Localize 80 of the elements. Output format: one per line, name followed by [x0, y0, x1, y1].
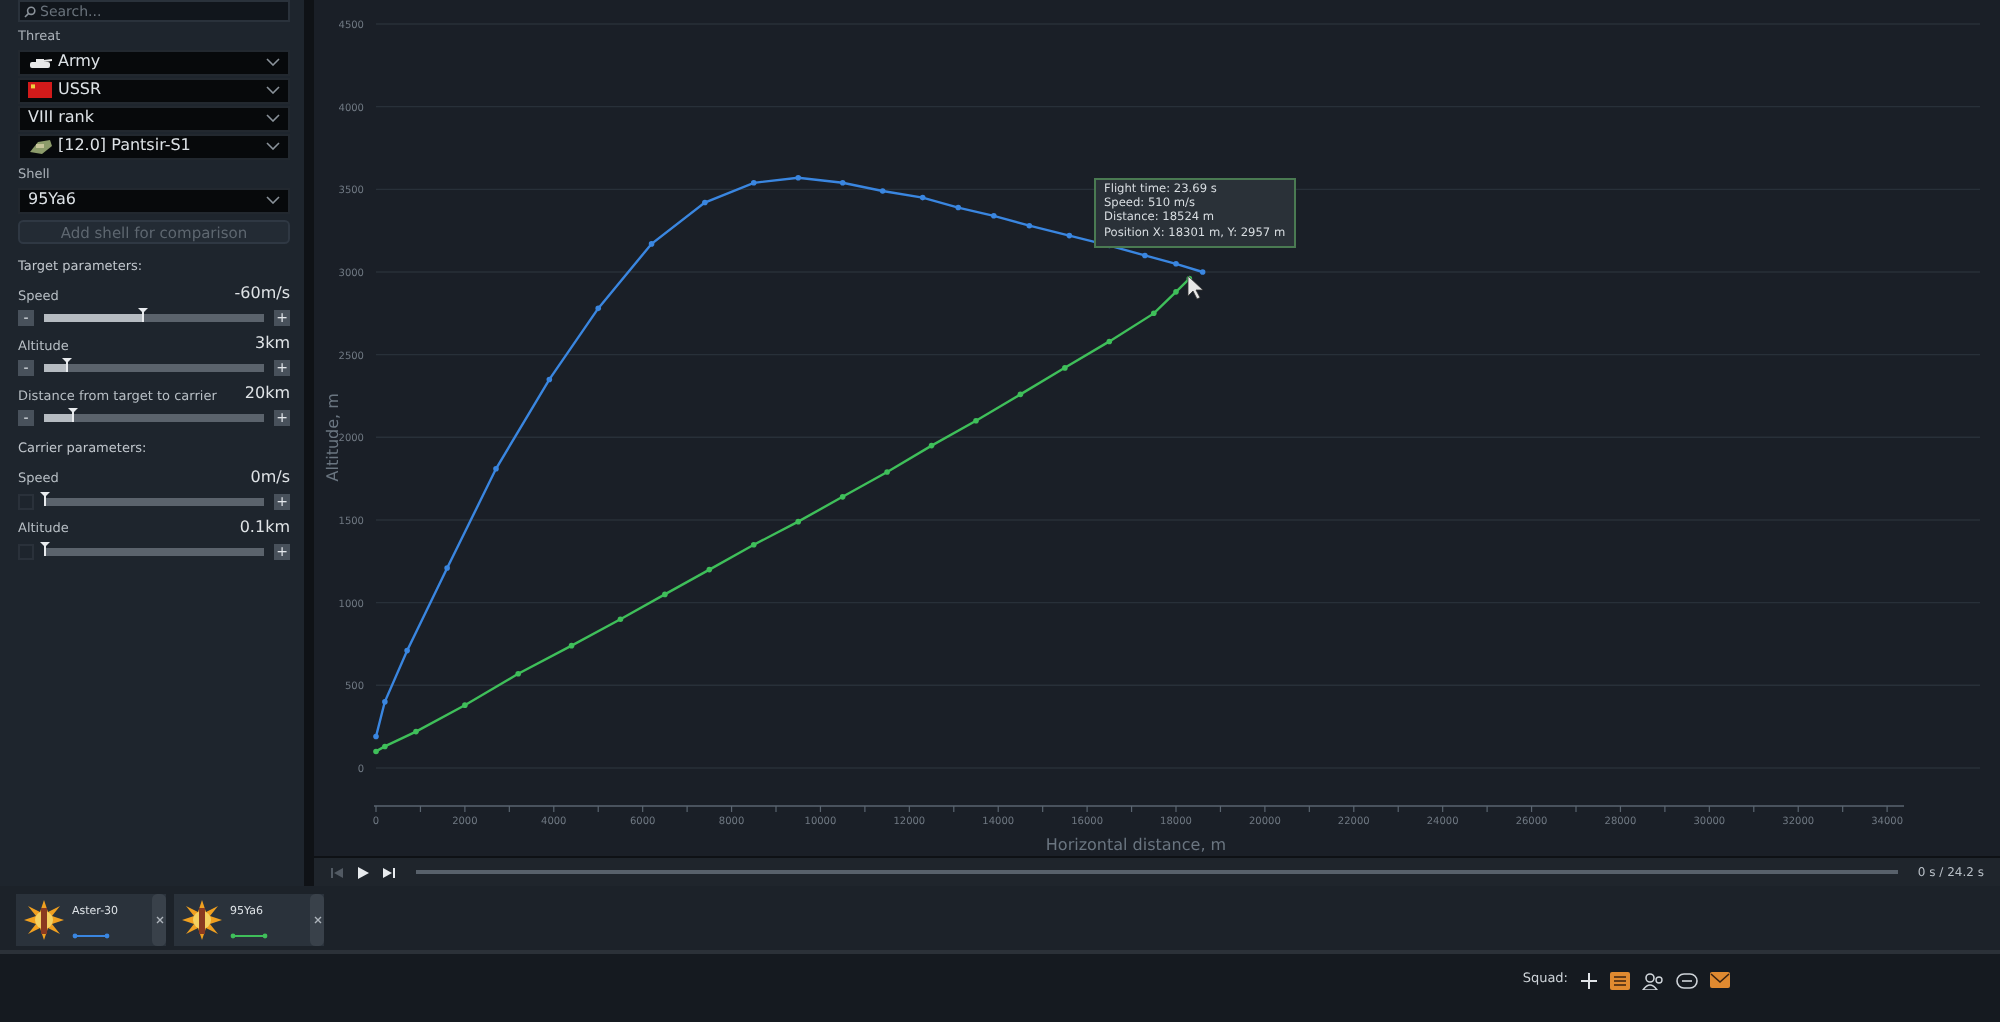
data-point	[839, 494, 846, 500]
data-point	[1062, 365, 1068, 371]
chevron-icon	[266, 142, 280, 151]
param-value: 3km	[254, 332, 290, 357]
close-button[interactable]	[310, 894, 324, 946]
data-point	[373, 748, 379, 755]
data-point	[991, 213, 997, 219]
data-point	[493, 465, 499, 472]
data-point	[1173, 289, 1179, 295]
param-value: 20km	[244, 382, 290, 407]
param-value: -60m/s	[234, 282, 290, 307]
close-button[interactable]	[152, 894, 166, 946]
slider[interactable]	[44, 547, 264, 555]
axis-title: Altitude, m	[324, 393, 342, 482]
data-point	[648, 241, 655, 247]
data-point	[702, 199, 708, 206]
chevron-icon	[266, 114, 280, 123]
dropdown[interactable]: 95Ya6	[18, 187, 290, 213]
tank-icon	[28, 55, 52, 70]
flag-icon	[28, 82, 52, 99]
people-icon[interactable]	[1642, 971, 1664, 989]
data-point	[795, 174, 801, 181]
slider[interactable]	[44, 413, 264, 422]
data-point	[1142, 252, 1148, 259]
dropdown[interactable]: VIII rank	[18, 105, 290, 132]
search-icon	[24, 5, 36, 17]
data-point	[382, 743, 388, 750]
data-point	[751, 542, 757, 548]
data-point	[973, 418, 979, 424]
vehicle-icon	[28, 137, 52, 156]
data-point	[1151, 310, 1157, 317]
data-point	[955, 204, 961, 211]
chevron-icon	[266, 196, 280, 204]
axis-title: Horizontal distance, m	[1045, 836, 1227, 854]
data-point	[515, 670, 521, 677]
skip-forward-icon[interactable]	[382, 865, 396, 879]
dropdown[interactable]: USSR	[18, 77, 290, 104]
data-point	[884, 469, 890, 475]
data-point	[1199, 269, 1206, 275]
mail-icon[interactable]	[1710, 972, 1730, 988]
data-point	[404, 647, 410, 654]
data-point	[879, 188, 886, 194]
chevron-icon	[266, 58, 280, 67]
data-point	[1106, 338, 1113, 345]
data-point	[928, 442, 935, 449]
slider[interactable]	[44, 497, 264, 505]
data-point	[373, 733, 379, 740]
explosion-icon	[24, 900, 64, 940]
data-point	[617, 616, 624, 622]
param-value: 0.1km	[239, 516, 290, 540]
data-point	[1017, 391, 1024, 398]
dropdown[interactable]: Army	[18, 49, 290, 76]
close-icon	[155, 915, 163, 924]
plus-icon[interactable]	[1580, 971, 1598, 989]
close-icon	[313, 915, 321, 924]
dropdown[interactable]: [12.0] Pantsir-S1	[18, 133, 290, 160]
data-point	[1066, 232, 1073, 239]
data-point	[839, 179, 846, 186]
data-point	[462, 702, 468, 708]
data-point	[382, 699, 388, 705]
data-point	[662, 591, 668, 598]
chevron-icon	[266, 86, 280, 95]
data-point	[795, 518, 801, 525]
data-point	[444, 565, 450, 571]
data-point	[595, 305, 601, 312]
data-point	[1026, 222, 1033, 229]
data-point	[1173, 260, 1179, 267]
slider[interactable]	[44, 363, 264, 372]
list-icon[interactable]	[1610, 971, 1630, 989]
data-point	[751, 179, 757, 186]
explosion-icon	[182, 900, 222, 940]
data-point	[706, 566, 713, 573]
slider[interactable]	[44, 313, 264, 322]
param-value: 0m/s	[250, 466, 290, 490]
chat-icon[interactable]	[1676, 971, 1698, 989]
play-icon[interactable]	[356, 865, 370, 879]
data-point	[568, 642, 575, 649]
data-point	[413, 728, 419, 735]
data-point	[546, 376, 553, 383]
data-point	[919, 194, 926, 201]
